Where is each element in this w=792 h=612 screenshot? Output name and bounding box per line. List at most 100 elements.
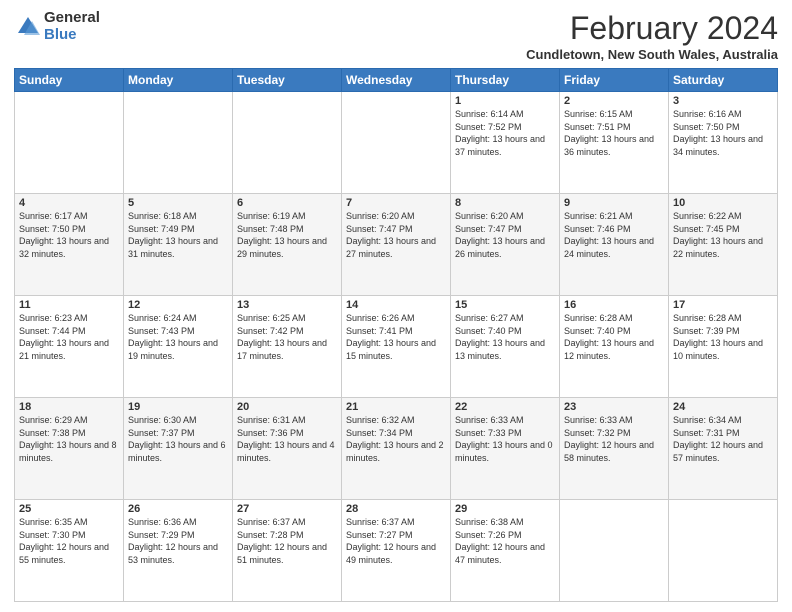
day-number: 15 (455, 299, 555, 311)
day-info: Sunrise: 6:34 AM Sunset: 7:31 PM Dayligh… (673, 414, 773, 464)
day-info: Sunrise: 6:24 AM Sunset: 7:43 PM Dayligh… (128, 312, 228, 362)
day-number: 24 (673, 401, 773, 413)
day-number: 2 (564, 95, 664, 107)
day-info: Sunrise: 6:35 AM Sunset: 7:30 PM Dayligh… (19, 516, 119, 566)
day-info: Sunrise: 6:31 AM Sunset: 7:36 PM Dayligh… (237, 414, 337, 464)
day-number: 25 (19, 503, 119, 515)
day-number: 1 (455, 95, 555, 107)
day-info: Sunrise: 6:28 AM Sunset: 7:40 PM Dayligh… (564, 312, 664, 362)
calendar-cell (124, 92, 233, 194)
calendar-cell: 19Sunrise: 6:30 AM Sunset: 7:37 PM Dayli… (124, 398, 233, 500)
day-number: 8 (455, 197, 555, 209)
day-number: 5 (128, 197, 228, 209)
day-number: 22 (455, 401, 555, 413)
day-info: Sunrise: 6:16 AM Sunset: 7:50 PM Dayligh… (673, 108, 773, 158)
calendar-cell: 21Sunrise: 6:32 AM Sunset: 7:34 PM Dayli… (342, 398, 451, 500)
calendar-cell: 6Sunrise: 6:19 AM Sunset: 7:48 PM Daylig… (233, 194, 342, 296)
day-info: Sunrise: 6:15 AM Sunset: 7:51 PM Dayligh… (564, 108, 664, 158)
main-title: February 2024 (526, 10, 778, 47)
calendar-cell: 26Sunrise: 6:36 AM Sunset: 7:29 PM Dayli… (124, 500, 233, 602)
page: General Blue February 2024 Cundletown, N… (0, 0, 792, 612)
calendar-cell: 12Sunrise: 6:24 AM Sunset: 7:43 PM Dayli… (124, 296, 233, 398)
calendar-cell: 5Sunrise: 6:18 AM Sunset: 7:49 PM Daylig… (124, 194, 233, 296)
calendar-cell: 16Sunrise: 6:28 AM Sunset: 7:40 PM Dayli… (560, 296, 669, 398)
day-number: 10 (673, 197, 773, 209)
title-block: February 2024 Cundletown, New South Wale… (526, 10, 778, 62)
col-header-monday: Monday (124, 69, 233, 92)
calendar-cell: 7Sunrise: 6:20 AM Sunset: 7:47 PM Daylig… (342, 194, 451, 296)
day-number: 6 (237, 197, 337, 209)
col-header-sunday: Sunday (15, 69, 124, 92)
day-number: 18 (19, 401, 119, 413)
calendar-cell: 17Sunrise: 6:28 AM Sunset: 7:39 PM Dayli… (669, 296, 778, 398)
col-header-saturday: Saturday (669, 69, 778, 92)
calendar-cell: 25Sunrise: 6:35 AM Sunset: 7:30 PM Dayli… (15, 500, 124, 602)
logo: General Blue (14, 10, 100, 43)
day-info: Sunrise: 6:27 AM Sunset: 7:40 PM Dayligh… (455, 312, 555, 362)
day-info: Sunrise: 6:33 AM Sunset: 7:32 PM Dayligh… (564, 414, 664, 464)
day-number: 3 (673, 95, 773, 107)
col-header-wednesday: Wednesday (342, 69, 451, 92)
day-number: 19 (128, 401, 228, 413)
calendar-cell: 9Sunrise: 6:21 AM Sunset: 7:46 PM Daylig… (560, 194, 669, 296)
col-header-tuesday: Tuesday (233, 69, 342, 92)
day-number: 14 (346, 299, 446, 311)
calendar-cell: 18Sunrise: 6:29 AM Sunset: 7:38 PM Dayli… (15, 398, 124, 500)
day-number: 23 (564, 401, 664, 413)
day-info: Sunrise: 6:17 AM Sunset: 7:50 PM Dayligh… (19, 210, 119, 260)
day-info: Sunrise: 6:36 AM Sunset: 7:29 PM Dayligh… (128, 516, 228, 566)
col-header-friday: Friday (560, 69, 669, 92)
calendar-cell: 27Sunrise: 6:37 AM Sunset: 7:28 PM Dayli… (233, 500, 342, 602)
calendar-header-row: SundayMondayTuesdayWednesdayThursdayFrid… (15, 69, 778, 92)
calendar-cell: 24Sunrise: 6:34 AM Sunset: 7:31 PM Dayli… (669, 398, 778, 500)
day-number: 9 (564, 197, 664, 209)
day-info: Sunrise: 6:21 AM Sunset: 7:46 PM Dayligh… (564, 210, 664, 260)
calendar-week-4: 18Sunrise: 6:29 AM Sunset: 7:38 PM Dayli… (15, 398, 778, 500)
day-number: 12 (128, 299, 228, 311)
calendar-cell: 13Sunrise: 6:25 AM Sunset: 7:42 PM Dayli… (233, 296, 342, 398)
calendar-cell: 28Sunrise: 6:37 AM Sunset: 7:27 PM Dayli… (342, 500, 451, 602)
calendar-week-3: 11Sunrise: 6:23 AM Sunset: 7:44 PM Dayli… (15, 296, 778, 398)
day-info: Sunrise: 6:20 AM Sunset: 7:47 PM Dayligh… (346, 210, 446, 260)
day-info: Sunrise: 6:19 AM Sunset: 7:48 PM Dayligh… (237, 210, 337, 260)
calendar-week-1: 1Sunrise: 6:14 AM Sunset: 7:52 PM Daylig… (15, 92, 778, 194)
calendar-week-2: 4Sunrise: 6:17 AM Sunset: 7:50 PM Daylig… (15, 194, 778, 296)
calendar-cell (342, 92, 451, 194)
day-number: 20 (237, 401, 337, 413)
header: General Blue February 2024 Cundletown, N… (14, 10, 778, 62)
calendar-cell: 14Sunrise: 6:26 AM Sunset: 7:41 PM Dayli… (342, 296, 451, 398)
col-header-thursday: Thursday (451, 69, 560, 92)
calendar-cell: 22Sunrise: 6:33 AM Sunset: 7:33 PM Dayli… (451, 398, 560, 500)
day-number: 26 (128, 503, 228, 515)
day-number: 21 (346, 401, 446, 413)
day-number: 16 (564, 299, 664, 311)
day-info: Sunrise: 6:20 AM Sunset: 7:47 PM Dayligh… (455, 210, 555, 260)
day-info: Sunrise: 6:25 AM Sunset: 7:42 PM Dayligh… (237, 312, 337, 362)
day-number: 27 (237, 503, 337, 515)
day-number: 13 (237, 299, 337, 311)
logo-icon (14, 13, 42, 41)
calendar-cell: 11Sunrise: 6:23 AM Sunset: 7:44 PM Dayli… (15, 296, 124, 398)
calendar-cell: 15Sunrise: 6:27 AM Sunset: 7:40 PM Dayli… (451, 296, 560, 398)
calendar-cell: 20Sunrise: 6:31 AM Sunset: 7:36 PM Dayli… (233, 398, 342, 500)
calendar-table: SundayMondayTuesdayWednesdayThursdayFrid… (14, 68, 778, 602)
calendar-cell: 3Sunrise: 6:16 AM Sunset: 7:50 PM Daylig… (669, 92, 778, 194)
day-number: 29 (455, 503, 555, 515)
day-number: 11 (19, 299, 119, 311)
day-info: Sunrise: 6:37 AM Sunset: 7:28 PM Dayligh… (237, 516, 337, 566)
day-number: 4 (19, 197, 119, 209)
day-info: Sunrise: 6:32 AM Sunset: 7:34 PM Dayligh… (346, 414, 446, 464)
logo-blue: Blue (44, 27, 100, 44)
day-info: Sunrise: 6:22 AM Sunset: 7:45 PM Dayligh… (673, 210, 773, 260)
calendar-cell: 8Sunrise: 6:20 AM Sunset: 7:47 PM Daylig… (451, 194, 560, 296)
day-info: Sunrise: 6:18 AM Sunset: 7:49 PM Dayligh… (128, 210, 228, 260)
calendar-cell: 4Sunrise: 6:17 AM Sunset: 7:50 PM Daylig… (15, 194, 124, 296)
day-info: Sunrise: 6:29 AM Sunset: 7:38 PM Dayligh… (19, 414, 119, 464)
day-info: Sunrise: 6:26 AM Sunset: 7:41 PM Dayligh… (346, 312, 446, 362)
day-number: 28 (346, 503, 446, 515)
day-info: Sunrise: 6:23 AM Sunset: 7:44 PM Dayligh… (19, 312, 119, 362)
day-info: Sunrise: 6:28 AM Sunset: 7:39 PM Dayligh… (673, 312, 773, 362)
calendar-cell: 1Sunrise: 6:14 AM Sunset: 7:52 PM Daylig… (451, 92, 560, 194)
day-number: 17 (673, 299, 773, 311)
logo-general: General (44, 10, 100, 27)
